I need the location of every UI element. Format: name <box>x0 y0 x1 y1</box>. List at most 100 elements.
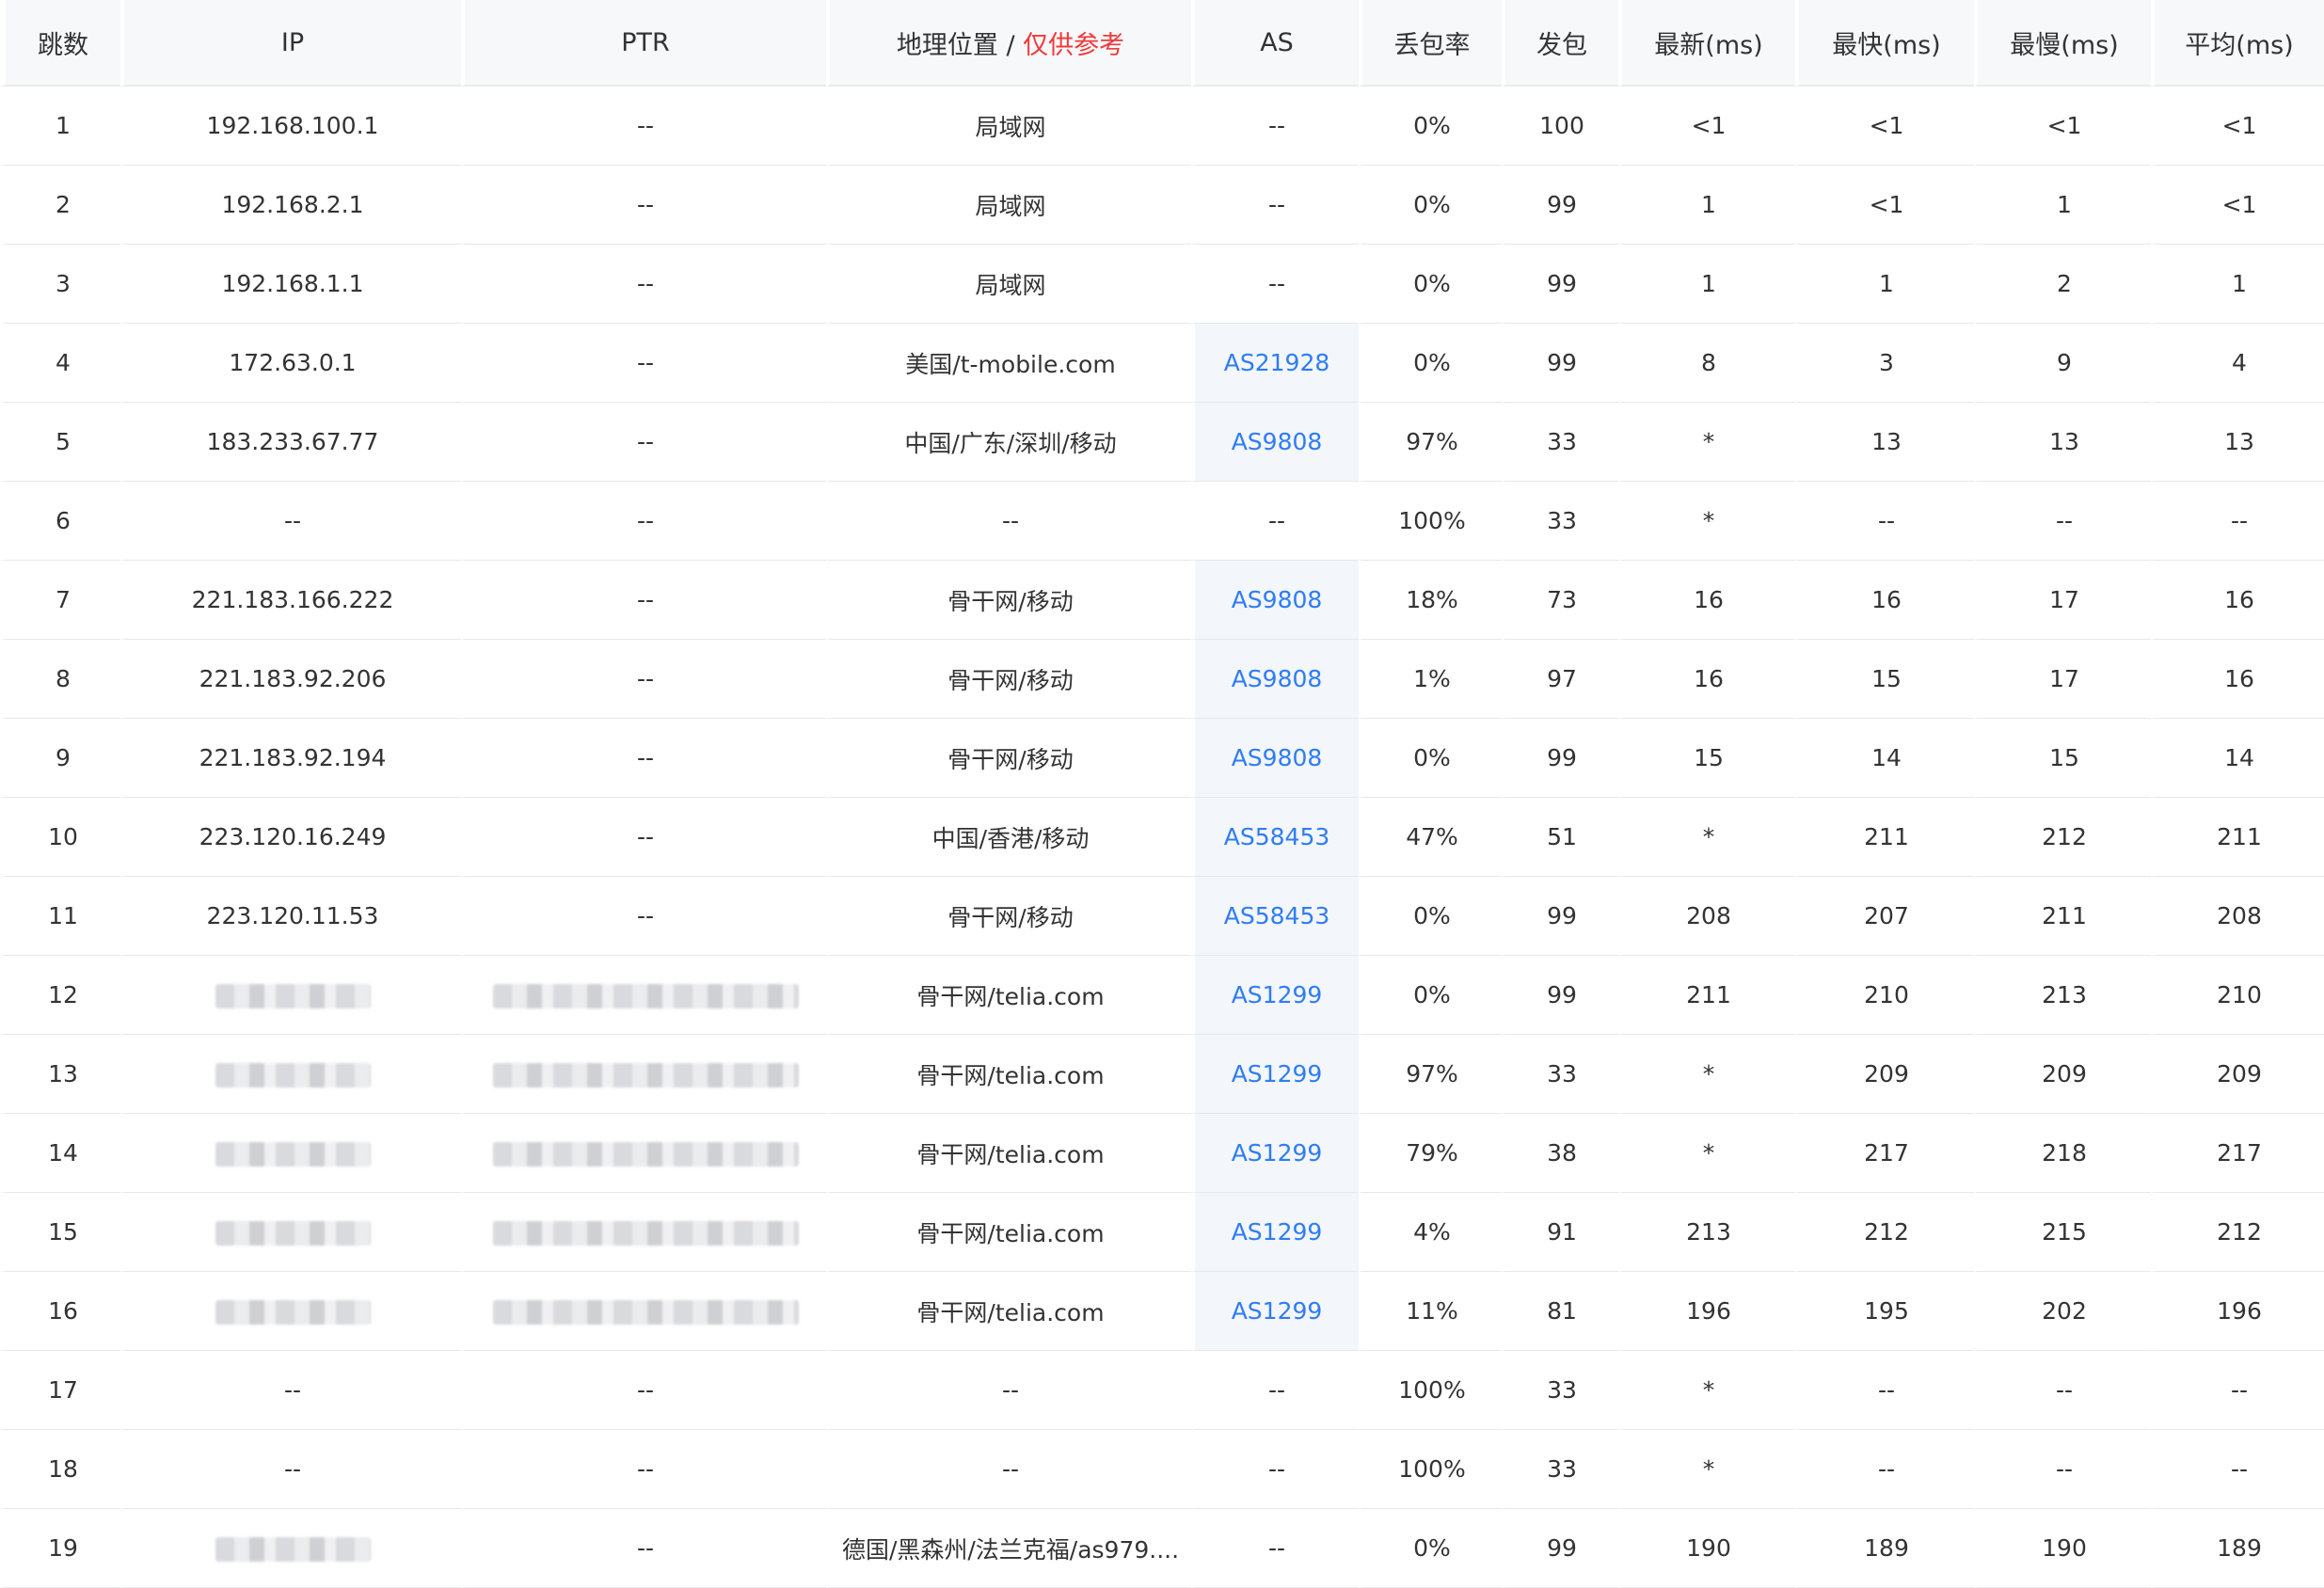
cell-avg: 196 <box>2151 1272 2324 1351</box>
cell-ip: 192.168.1.1 <box>120 245 461 324</box>
as-link[interactable]: AS9808 <box>1232 665 1323 692</box>
table-row: 13 骨干网/telia.com AS1299 97% 33 * 209 209 209 <box>0 1035 2324 1114</box>
as-link[interactable]: AS1299 <box>1232 1139 1323 1167</box>
cell-loss: 100% <box>1359 482 1502 561</box>
cell-geo: 中国/香港/移动 <box>826 798 1191 877</box>
cell-ip: -- <box>120 482 461 561</box>
cell-sent: 99 <box>1502 877 1618 956</box>
col-header-avg: 平均(ms) <box>2151 0 2324 87</box>
header-row: 跳数 IP PTR 地理位置 / 仅供参考 AS 丢包率 发包 最新(ms) 最… <box>0 0 2324 87</box>
cell-sent: 51 <box>1502 798 1618 877</box>
table-row: 16 骨干网/telia.com AS1299 11% 81 196 195 202 196 <box>0 1272 2324 1351</box>
as-link[interactable]: AS21928 <box>1224 349 1330 376</box>
redacted-ptr-blur <box>492 1063 799 1088</box>
cell-hop: 14 <box>0 1114 120 1193</box>
as-link[interactable]: AS9808 <box>1232 428 1323 455</box>
table-row: 9 221.183.92.194 -- 骨干网/移动 AS9808 0% 99 15 14 15 1… <box>0 719 2324 798</box>
cell-ptr: -- <box>461 245 826 324</box>
cell-sent: 100 <box>1502 87 1618 166</box>
col-header-loss: 丢包率 <box>1359 0 1502 87</box>
cell-worst: 213 <box>1974 956 2151 1035</box>
cell-worst: 212 <box>1974 798 2151 877</box>
cell-loss: 79% <box>1359 1114 1502 1193</box>
cell-last: * <box>1618 1430 1795 1509</box>
cell-geo: 中国/广东/深圳/移动 <box>826 403 1191 482</box>
cell-loss: 100% <box>1359 1351 1502 1430</box>
cell-last: 1 <box>1618 245 1795 324</box>
as-link[interactable]: AS58453 <box>1224 823 1330 850</box>
cell-hop: 19 <box>0 1509 120 1588</box>
cell-ptr <box>461 1035 826 1114</box>
as-link[interactable]: AS1299 <box>1232 1060 1323 1088</box>
cell-ptr <box>461 1193 826 1272</box>
cell-worst: 9 <box>1974 324 2151 403</box>
cell-ip: 192.168.2.1 <box>120 166 461 245</box>
cell-as: AS9808 <box>1191 561 1359 640</box>
redacted-ip-blur <box>215 1221 371 1246</box>
cell-hop: 7 <box>0 561 120 640</box>
cell-as: AS9808 <box>1191 719 1359 798</box>
cell-geo: -- <box>826 1351 1191 1430</box>
cell-best: 210 <box>1795 956 1974 1035</box>
cell-avg: 4 <box>2151 324 2324 403</box>
table-row: 12 骨干网/telia.com AS1299 0% 99 211 210 213 210 <box>0 956 2324 1035</box>
cell-as: AS1299 <box>1191 1035 1359 1114</box>
cell-geo: -- <box>826 482 1191 561</box>
cell-last: <1 <box>1618 87 1795 166</box>
cell-best: -- <box>1795 482 1974 561</box>
table-row: 15 骨干网/telia.com AS1299 4% 91 213 212 215 212 <box>0 1193 2324 1272</box>
cell-geo: 德国/黑森州/法兰克福/as979.... <box>826 1509 1191 1588</box>
cell-sent: 73 <box>1502 561 1618 640</box>
cell-as: -- <box>1191 482 1359 561</box>
cell-avg: -- <box>2151 482 2324 561</box>
cell-geo: -- <box>826 1430 1191 1509</box>
cell-ip <box>120 1035 461 1114</box>
cell-loss: 18% <box>1359 561 1502 640</box>
cell-avg: <1 <box>2151 166 2324 245</box>
cell-avg: 209 <box>2151 1035 2324 1114</box>
cell-ip: -- <box>120 1430 461 1509</box>
cell-last: * <box>1618 482 1795 561</box>
cell-loss: 4% <box>1359 1193 1502 1272</box>
cell-ip: 172.63.0.1 <box>120 324 461 403</box>
cell-avg: <1 <box>2151 87 2324 166</box>
as-link[interactable]: AS58453 <box>1224 902 1330 929</box>
traceroute-panel: 跳数 IP PTR 地理位置 / 仅供参考 AS 丢包率 发包 最新(ms) 最… <box>0 0 2324 1588</box>
cell-as: AS58453 <box>1191 798 1359 877</box>
cell-geo: 骨干网/移动 <box>826 877 1191 956</box>
cell-sent: 33 <box>1502 1430 1618 1509</box>
cell-as: -- <box>1191 1430 1359 1509</box>
cell-as: AS21928 <box>1191 324 1359 403</box>
redacted-ip-blur <box>215 1142 371 1167</box>
cell-best: 16 <box>1795 561 1974 640</box>
cell-loss: 0% <box>1359 956 1502 1035</box>
redacted-ip-blur <box>215 984 371 1008</box>
as-link[interactable]: AS1299 <box>1232 1218 1323 1246</box>
cell-ip: 223.120.16.249 <box>120 798 461 877</box>
cell-loss: 1% <box>1359 640 1502 719</box>
cell-ip: 221.183.92.206 <box>120 640 461 719</box>
cell-avg: 16 <box>2151 640 2324 719</box>
cell-last: 196 <box>1618 1272 1795 1351</box>
table-row: 8 221.183.92.206 -- 骨干网/移动 AS9808 1% 97 16 15 17 1… <box>0 640 2324 719</box>
cell-hop: 6 <box>0 482 120 561</box>
cell-best: 189 <box>1795 1509 1974 1588</box>
cell-sent: 33 <box>1502 482 1618 561</box>
cell-sent: 99 <box>1502 324 1618 403</box>
as-link[interactable]: AS9808 <box>1232 586 1323 613</box>
as-link[interactable]: AS1299 <box>1232 1297 1323 1325</box>
table-row: 5 183.233.67.77 -- 中国/广东/深圳/移动 AS9808 97% 33 * 1… <box>0 403 2324 482</box>
cell-loss: 0% <box>1359 245 1502 324</box>
as-link[interactable]: AS1299 <box>1232 981 1323 1008</box>
table-row: 6 -- -- -- -- 100% 33 * -- -- -- <box>0 482 2324 561</box>
cell-best: 14 <box>1795 719 1974 798</box>
cell-best: 207 <box>1795 877 1974 956</box>
table-row: 3 192.168.1.1 -- 局域网 -- 0% 99 1 1 2 1 <box>0 245 2324 324</box>
cell-hop: 1 <box>0 87 120 166</box>
cell-ptr: -- <box>461 798 826 877</box>
as-link[interactable]: AS9808 <box>1232 744 1323 771</box>
cell-loss: 0% <box>1359 166 1502 245</box>
cell-worst: 218 <box>1974 1114 2151 1193</box>
cell-worst: 1 <box>1974 166 2151 245</box>
table-row: 1 192.168.100.1 -- 局域网 -- 0% 100 <1 <1 <1 <1 <box>0 87 2324 166</box>
